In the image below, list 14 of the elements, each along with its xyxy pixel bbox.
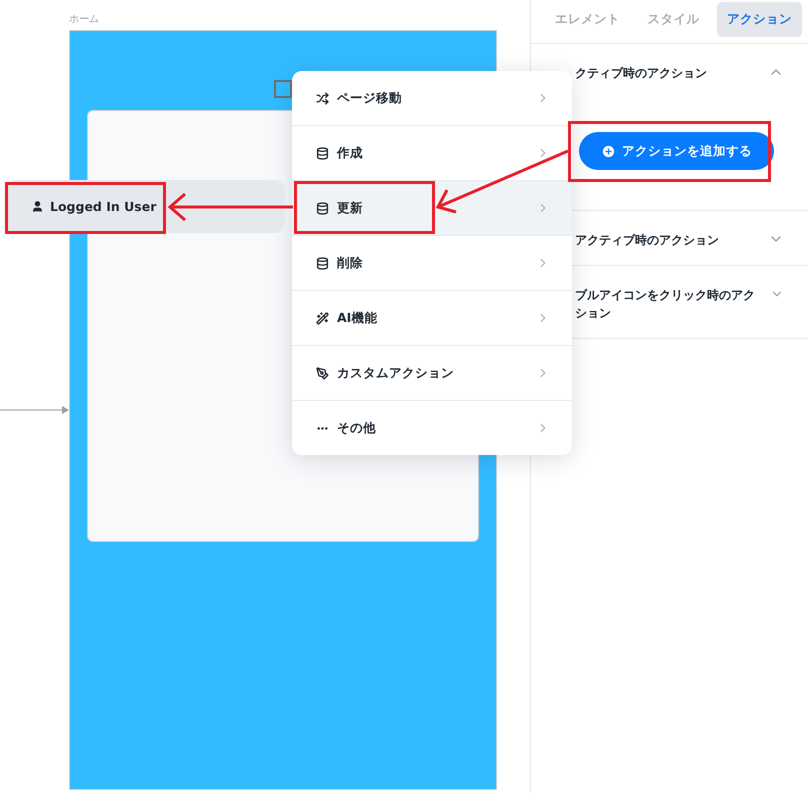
- menu-item[interactable]: 更新: [292, 181, 572, 236]
- section-title: ブルアイコンをクリック時のアクション: [575, 287, 756, 322]
- menu-item[interactable]: AI機能: [292, 291, 572, 346]
- panel-tab[interactable]: アクション: [717, 2, 802, 37]
- section-title: アクティブ時のアクション: [575, 232, 719, 249]
- menu-item[interactable]: その他: [292, 401, 572, 455]
- menu-item[interactable]: ページ移動: [292, 71, 572, 126]
- add-action-button[interactable]: アクションを追加する: [579, 132, 774, 170]
- menu-item[interactable]: 作成: [292, 126, 572, 181]
- menu-item[interactable]: カスタムアクション: [292, 346, 572, 401]
- page-label: ホーム: [69, 13, 99, 26]
- user-label: Logged In User: [50, 199, 156, 214]
- menu-item[interactable]: 削除: [292, 236, 572, 291]
- section-title: クティブ時のアクション: [575, 65, 707, 82]
